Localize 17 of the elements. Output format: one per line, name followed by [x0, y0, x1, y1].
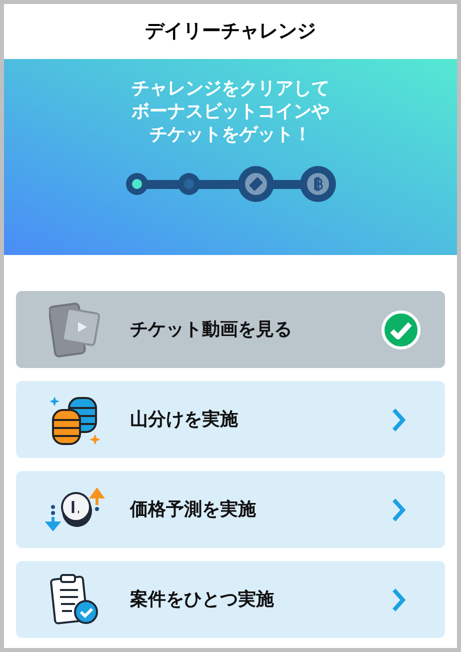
banner-text: チケットをゲット！	[150, 123, 312, 146]
chevron-right-icon[interactable]	[391, 586, 407, 612]
banner-text: ボーナスビットコインや	[132, 100, 330, 123]
challenge-card[interactable]: 案件をひとつ実施	[16, 561, 445, 638]
video-phone-icon	[49, 300, 101, 358]
challenge-label: 案件をひとつ実施	[130, 588, 275, 612]
chevron-right-icon[interactable]	[391, 496, 407, 522]
challenge-card[interactable]: チケット動画を見る	[16, 291, 445, 368]
challenge-label: 山分けを実施	[130, 408, 239, 432]
challenge-card[interactable]: 価格予測を実施	[16, 471, 445, 548]
challenge-card[interactable]: 山分けを実施	[16, 381, 445, 458]
page-title: デイリーチャレンジ	[145, 19, 316, 44]
challenge-label: 価格予測を実施	[130, 498, 257, 522]
chevron-right-icon[interactable]	[391, 406, 407, 432]
challenge-label: チケット動画を見る	[130, 318, 293, 342]
check-icon	[381, 310, 421, 350]
banner-text: チャレンジをクリアして	[132, 77, 330, 100]
